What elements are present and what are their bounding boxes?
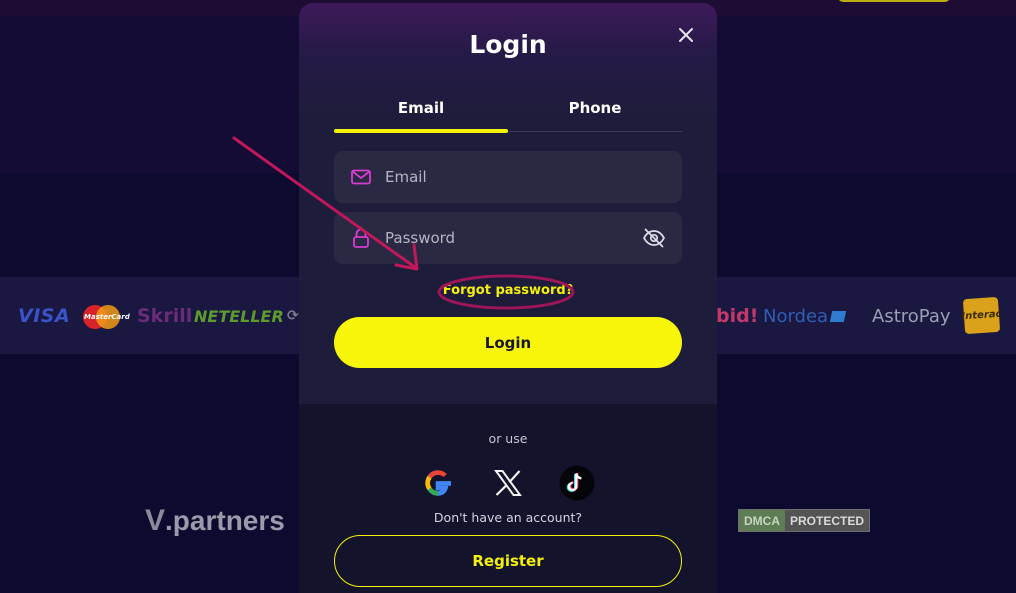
neteller-logo: NETELLER xyxy=(194,306,284,326)
toggle-password-visibility[interactable] xyxy=(642,226,666,250)
password-field[interactable] xyxy=(334,212,682,264)
x-icon xyxy=(494,470,522,496)
modal-title: Login xyxy=(469,30,547,59)
or-use-label: or use xyxy=(488,431,528,446)
mastercard-logo: MasterCard xyxy=(83,302,130,330)
google-icon xyxy=(425,470,451,496)
mail-icon xyxy=(351,169,371,185)
tiktok-icon xyxy=(559,465,595,501)
no-account-label: Don't have an account? xyxy=(433,510,583,525)
visa-logo: VISA xyxy=(18,305,71,327)
login-button[interactable]: Login xyxy=(334,317,682,368)
forgot-password-link[interactable]: Forgot password? xyxy=(299,283,717,298)
login-modal: Login Email Phone Forgot password? Login… xyxy=(299,3,717,593)
nordea-logo: Nordea xyxy=(763,302,847,330)
astropay-logo: AstroPay xyxy=(872,305,951,327)
register-button[interactable]: Register xyxy=(334,535,682,587)
x-login-button[interactable] xyxy=(490,465,526,501)
google-login-button[interactable] xyxy=(420,465,456,501)
interac-logo: Interac xyxy=(961,296,1002,335)
active-tab-indicator xyxy=(334,129,508,133)
tab-phone[interactable]: Phone xyxy=(508,99,682,117)
email-field[interactable] xyxy=(334,151,682,203)
lock-icon xyxy=(353,228,369,248)
spinner-logo: ⟳ xyxy=(287,308,299,324)
email-input[interactable] xyxy=(385,151,635,203)
skrill-logo: Skrill xyxy=(137,305,193,327)
eye-off-icon xyxy=(643,228,665,248)
tab-email[interactable]: Email xyxy=(334,99,508,117)
password-input[interactable] xyxy=(385,212,635,264)
header-button[interactable] xyxy=(838,0,950,2)
tiktok-login-button[interactable] xyxy=(559,465,595,501)
vpartners-logo[interactable]: V .partners xyxy=(145,504,285,538)
bid-logo: bid! xyxy=(716,305,759,327)
dmca-badge[interactable]: DMCA PROTECTED xyxy=(738,509,870,532)
